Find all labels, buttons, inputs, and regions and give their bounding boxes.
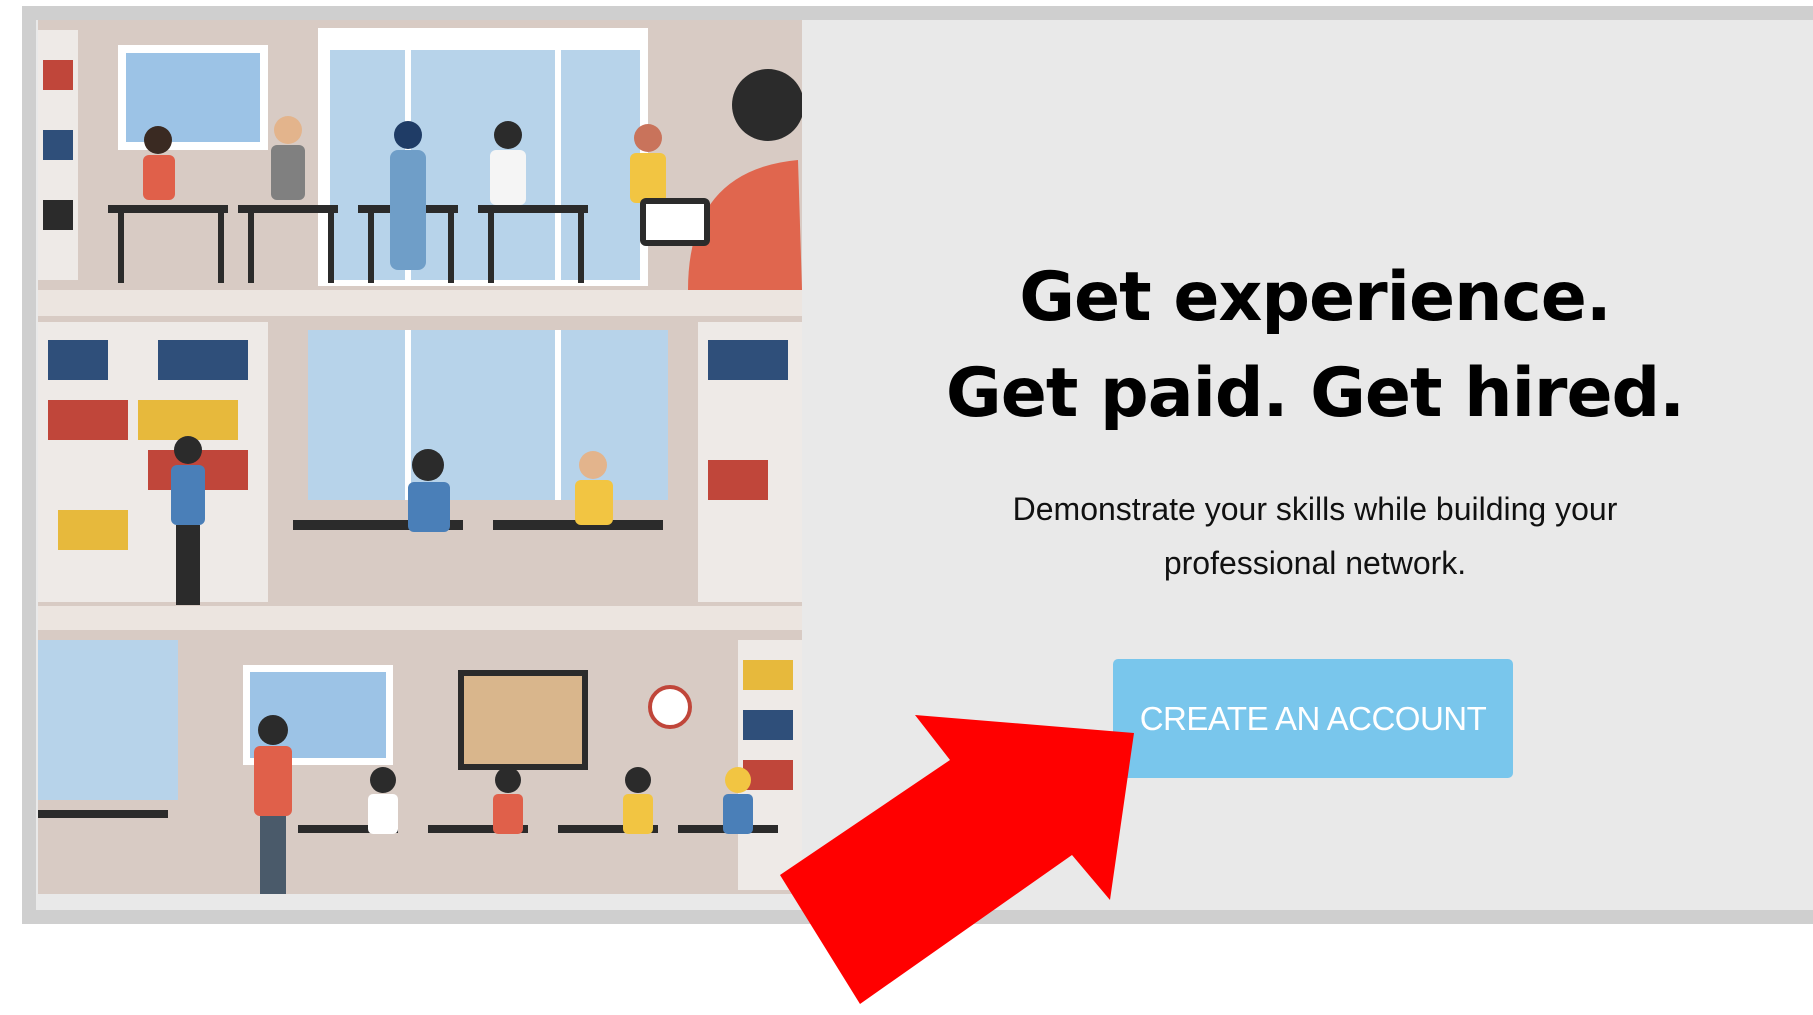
classroom-illustration — [38, 20, 802, 894]
red-arrow-icon — [780, 715, 1134, 1004]
hero-subtext: Demonstrate your skills while building y… — [1012, 491, 1618, 581]
hero-headline-line2: Get paid. Get hired. — [945, 354, 1685, 433]
hero-headline: Get experience. Get paid. Get hired. — [880, 250, 1750, 442]
hero-section: Get experience. Get paid. Get hired. Dem… — [880, 250, 1750, 590]
create-account-button[interactable]: CREATE AN ACCOUNT — [1113, 659, 1513, 778]
hero-headline-line1: Get experience. — [1019, 258, 1612, 337]
